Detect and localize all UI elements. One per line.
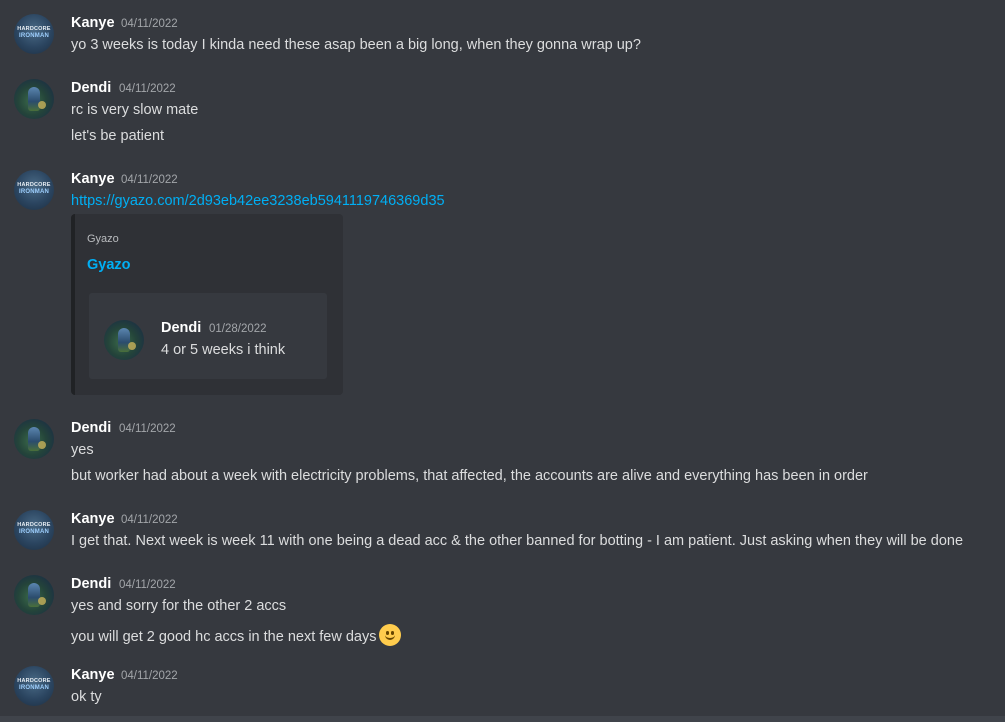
embed-preview-card[interactable]: Dendi 01/28/2022 4 or 5 weeks i think [89,293,327,379]
avatar[interactable]: HARDCORE IRONMAN [14,14,54,54]
avatar-text: IRONMAN [18,529,50,535]
avatar-text: IRONMAN [18,33,50,39]
chat-message-list: HARDCORE IRONMAN Kanye 04/11/2022 yo 3 w… [0,0,1005,722]
message-text: you will get 2 good hc accs in the next … [71,629,377,645]
avatar[interactable] [14,575,54,615]
message-text: yes [71,442,94,458]
message-timestamp: 04/11/2022 [121,174,178,186]
message-timestamp: 04/11/2022 [119,579,176,591]
message-text: rc is very slow mate [71,102,199,118]
message-input-edge [0,716,1005,722]
avatar-text: IRONMAN [18,685,50,691]
avatar[interactable] [14,419,54,459]
message-text: let's be patient [71,128,165,144]
message-author[interactable]: Dendi [71,576,111,592]
message-timestamp: 04/11/2022 [121,514,178,526]
link-embed: Gyazo Gyazo Dendi 01/28/2022 4 or 5 week… [71,214,343,395]
avatar[interactable]: HARDCORE IRONMAN [14,510,54,550]
avatar-text: HARDCORE [17,26,51,32]
message-author[interactable]: Kanye [71,15,115,31]
message-text: yo 3 weeks is today I kinda need these a… [71,37,641,53]
avatar-text: HARDCORE [17,522,51,528]
avatar-text: HARDCORE [17,182,51,188]
message-timestamp: 04/11/2022 [119,423,176,435]
message-timestamp: 04/11/2022 [121,670,178,682]
message-author[interactable]: Dendi [71,420,111,436]
avatar [104,320,144,360]
message-timestamp: 04/11/2022 [121,18,178,30]
message-text: I get that. Next week is week 11 with on… [71,533,964,549]
message-author[interactable]: Dendi [71,80,111,96]
slightly-smiling-face-icon[interactable] [379,624,402,646]
avatar-text: IRONMAN [18,189,50,195]
avatar-text: HARDCORE [17,678,51,684]
avatar[interactable]: HARDCORE IRONMAN [14,666,54,706]
message-text: yes and sorry for the other 2 accs [71,598,287,614]
preview-author: Dendi [161,320,202,336]
embed-title[interactable]: Gyazo [87,257,131,273]
message-text: ok ty [71,689,102,705]
message-link[interactable]: https://gyazo.com/2d93eb42ee3238eb594111… [71,193,445,209]
message-author[interactable]: Kanye [71,511,115,527]
avatar[interactable] [14,79,54,119]
message-text-with-emoji: you will get 2 good hc accs in the next … [71,624,402,646]
message-text: but worker had about a week with electri… [71,468,868,484]
avatar[interactable]: HARDCORE IRONMAN [14,170,54,210]
message-author[interactable]: Kanye [71,667,115,683]
preview-timestamp: 01/28/2022 [209,323,267,335]
message-timestamp: 04/11/2022 [119,83,176,95]
preview-text: 4 or 5 weeks i think [161,342,286,358]
message-author[interactable]: Kanye [71,171,115,187]
embed-provider[interactable]: Gyazo [87,233,119,245]
